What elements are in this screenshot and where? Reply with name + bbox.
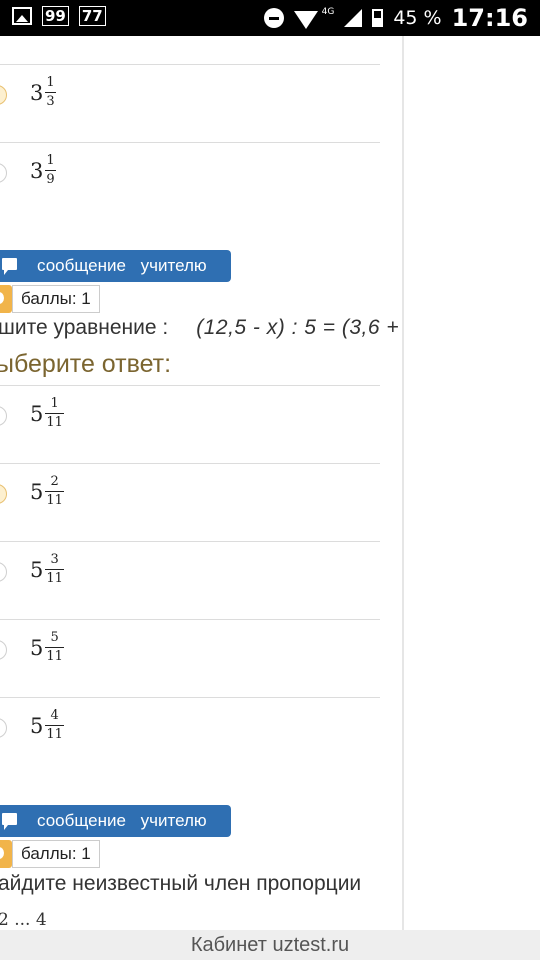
status-bar: 99 77 4G 45 % 17:16 [0, 0, 540, 36]
fraction-numerator: 5 [50, 630, 59, 645]
status-notifications: 99 77 [12, 6, 106, 26]
fraction-denominator: 9 [46, 172, 55, 187]
radio-option-5[interactable] [0, 718, 7, 738]
fraction-whole: 3 [30, 158, 44, 183]
points-icon [0, 285, 12, 313]
points-badge: баллы: 1 [12, 285, 100, 313]
points-badge: баллы: 1 [12, 840, 100, 868]
wifi-icon [293, 11, 318, 29]
fraction-numerator: 3 [50, 552, 59, 567]
fraction-numerator: 1 [50, 396, 59, 411]
notification-badge-2: 77 [78, 6, 106, 26]
fraction-whole: 5 [30, 635, 44, 660]
footer-bar: Кабинет uztest.ru [0, 930, 540, 960]
gallery-icon [12, 7, 32, 25]
question-prompt-text: шите уравнение : [0, 316, 169, 339]
fraction-denominator: 11 [46, 649, 63, 664]
fraction-denominator: 11 [46, 415, 63, 430]
battery-percent: 45 % [393, 7, 442, 29]
answer-option-5[interactable]: 5 4 11 [30, 709, 64, 742]
answer-option-3[interactable]: 5 3 11 [30, 553, 64, 586]
battery-icon [372, 9, 384, 27]
divider [0, 619, 380, 620]
fraction-whole: 5 [30, 713, 44, 738]
fraction-denominator: 3 [46, 94, 55, 109]
message-teacher-button[interactable]: сообщение учителю [0, 805, 231, 837]
answer-option-1[interactable]: 5 1 11 [30, 397, 64, 430]
divider [0, 64, 380, 65]
answer-option-2[interactable]: 5 2 11 [30, 475, 64, 508]
points-icon [0, 840, 12, 868]
fraction-numerator: 1 [46, 153, 55, 168]
message-teacher-label: сообщение учителю [37, 811, 207, 830]
fraction-whole: 5 [30, 557, 44, 582]
divider [0, 541, 380, 542]
fraction-numerator: 2 [50, 474, 59, 489]
fraction-denominator: 11 [46, 493, 63, 508]
answer-option-prev-1[interactable]: 3 13 [30, 76, 56, 109]
radio-option-3[interactable] [0, 562, 7, 582]
message-teacher-button[interactable]: сообщение учителю [0, 250, 231, 282]
answer-option-4[interactable]: 5 5 11 [30, 631, 64, 664]
question-prompt: айдите неизвестный член пропорции [0, 872, 362, 895]
divider [0, 385, 380, 386]
fraction-numerator: 1 [46, 75, 55, 90]
fraction-whole: 5 [30, 401, 44, 426]
chat-icon [2, 813, 17, 830]
fraction-whole: 5 [30, 479, 44, 504]
fraction-denominator: 11 [46, 571, 63, 586]
radio-option-1[interactable] [0, 406, 7, 426]
fraction-numerator: 4 [50, 708, 59, 723]
question-expression-cut: 2 ... 4 [0, 910, 47, 930]
test-content[interactable]: 3 13 3 19 сообщение учителю баллы: 1 шит… [0, 36, 404, 930]
network-type: 4G [321, 7, 335, 17]
notification-badge-1: 99 [42, 6, 69, 26]
choose-answer-label: ыберите ответ: [0, 350, 172, 378]
fraction-whole: 3 [30, 80, 44, 105]
divider [0, 142, 380, 143]
divider [0, 463, 380, 464]
radio-option-4[interactable] [0, 640, 7, 660]
answer-option-prev-2[interactable]: 3 1 9 [30, 154, 56, 187]
fraction-denominator: 11 [46, 727, 63, 742]
radio-option-prev-1[interactable] [0, 85, 7, 105]
do-not-disturb-icon [263, 8, 284, 28]
radio-option-2[interactable] [0, 484, 7, 504]
question-prompt: шите уравнение : (12,5 - x) : 5 = (3,6 + … [0, 316, 404, 340]
divider [0, 697, 380, 698]
chat-icon [2, 258, 17, 275]
status-system: 4G 45 % 17:16 [263, 4, 528, 32]
question-equation: (12,5 - x) : 5 = (3,6 + x) : 6 [196, 316, 404, 339]
message-teacher-label: сообщение учителю [37, 256, 207, 275]
radio-option-prev-2[interactable] [0, 163, 7, 183]
clock: 17:16 [451, 4, 528, 32]
signal-icon [344, 9, 363, 27]
